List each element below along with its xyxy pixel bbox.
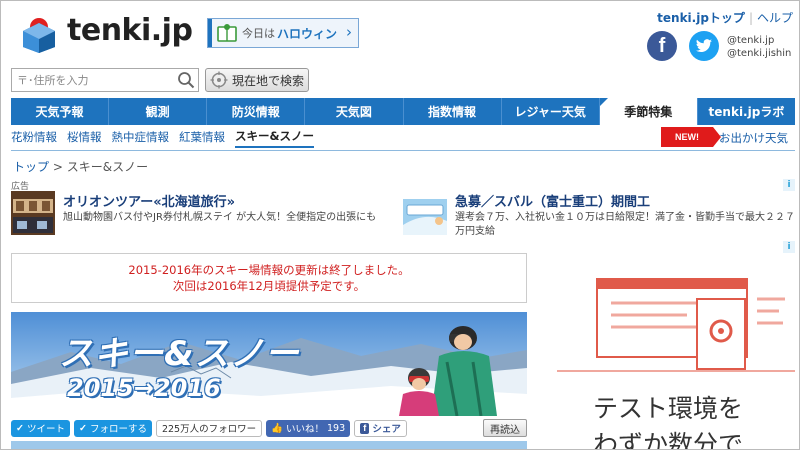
nav-disaster-info[interactable]: 防災情報 [207,98,306,125]
nav-observation[interactable]: 観測 [109,98,208,125]
breadcrumb-current: スキー&スノー [66,160,149,174]
crosshair-icon [210,71,228,89]
twitter-bird-icon [696,39,712,53]
notice-line-2: 次回は2016年12月頃提供予定です。 [172,279,366,293]
outing-weather-link[interactable]: お出かけ天気 [719,130,788,146]
twitter-icon: ✓ [78,422,87,434]
follow-button[interactable]: ✓ フォローする [73,419,152,437]
adchoices-icon[interactable]: i [783,179,795,191]
nav-seasonal-feature[interactable]: 季節特集 [599,98,698,125]
current-location-search-button[interactable]: 現在地で検索 [205,68,309,92]
help-link[interactable]: ヘルプ [757,11,793,25]
main-nav: 天気予報 観測 防災情報 天気図 指数情報 レジャー天気 季節特集 tenki.… [11,98,795,125]
twitter-icon: ✓ [16,422,24,434]
today-accent-bar [208,19,212,47]
subnav-pollen[interactable]: 花粉情報 [11,129,57,147]
banner-years: 2015→2016 [67,374,221,402]
banner-title: スキー&スノー [59,334,300,374]
subnav-heatstroke[interactable]: 熱中症情報 [112,129,170,147]
reload-button[interactable]: 再読込 [483,419,527,437]
like-label: いいね！ [285,424,324,435]
tweet-label: ツイート [26,424,65,435]
side-ad-text: テスト環境を わずか数分で [593,391,744,450]
current-location-label: 現在地で検索 [232,73,305,88]
ad-item[interactable]: オリオンツアー«北海道旅行» 旭山動物園バス付やJR券付札幌ステイ が大人気！全… [11,191,391,237]
follow-label: フォローする [89,424,147,435]
top-links: tenki.jpトップ | ヘルプ [657,9,793,26]
content-bottom-strip [11,441,527,449]
subnav-ski-snow[interactable]: スキー&スノー [235,128,315,148]
ski-snow-banner: スキー&スノー 2015→2016 [11,312,527,416]
subnav-sakura[interactable]: 桜情報 [67,129,102,147]
follower-count: 225万人のフォロワー [155,419,263,437]
breadcrumb-separator: > [52,160,63,174]
notice-line-1: 2015-2016年のスキー場情報の更新は終了しました。 [128,263,410,277]
sns-accounts: @tenki.jp @tenki.jishin [727,34,791,60]
side-ad-line-2: わずか数分で [593,430,744,450]
like-count: 193 [327,422,346,434]
tweet-button[interactable]: ✓ ツイート [11,419,70,437]
side-ad-line-1: テスト環境を [593,394,744,423]
sub-nav: 花粉情報 桜情報 熱中症情報 紅葉情報 スキー&スノー [11,127,324,149]
nav-index-info[interactable]: 指数情報 [404,98,502,125]
share-label: シェア [372,424,401,435]
today-event-link[interactable]: 今日は ハロウィン › [207,18,359,48]
nav-leisure-weather[interactable]: レジャー天気 [502,98,600,125]
today-value: ハロウィン [277,26,338,41]
share-bar: ✓ ツイート ✓ フォローする 225万人のフォロワー 👍 いいね！ 193 f シェア [11,419,411,437]
today-prefix: 今日は [242,27,275,40]
facebook-share-button[interactable]: f シェア [354,419,407,437]
facebook-like-button[interactable]: 👍 いいね！ 193 [266,419,351,437]
subnav-divider [11,150,795,151]
ad-title[interactable]: 急募／スバル（富士重工）期間工 [455,191,650,210]
chevron-right-icon: › [346,23,352,41]
link-separator: | [748,11,753,25]
tenki-logo-icon[interactable] [19,13,59,53]
twitter-icon[interactable] [689,31,719,61]
nav-weather-map[interactable]: 天気図 [305,98,404,125]
new-badge: NEW! [661,127,721,147]
subnav-autumn-leaves[interactable]: 紅葉情報 [179,129,225,147]
nav-tenki-lab[interactable]: tenki.jpラボ [698,98,795,125]
season-end-notice: 2015-2016年のスキー場情報の更新は終了しました。 次回は2016年12月… [11,253,527,303]
side-ad-banner[interactable]: テスト環境を わずか数分で [557,259,795,450]
facebook-icon[interactable]: f [647,31,677,61]
book-person-icon [217,24,237,42]
page-frame: tenki.jp 今日は ハロウィン › tenki.jpトップ | ヘルプ f @… [0,0,800,450]
ad-title[interactable]: オリオンツアー«北海道旅行» [63,191,235,210]
facebook-icon: f [360,422,370,434]
ad-thumbnail-image [403,191,447,235]
search-icon[interactable] [177,71,195,89]
ad-description: 選考会７万、入社祝い金１０万は日給限定！満了金・皆勤手当で最大２２７万円支給 [455,212,795,237]
sns-account-1[interactable]: @tenki.jp [727,34,791,47]
site-logo-text[interactable]: tenki.jp [67,13,193,48]
adchoices-icon[interactable]: i [783,241,795,253]
ad-thumbnail-image [11,191,55,235]
nav-weather-forecast[interactable]: 天気予報 [11,98,110,125]
breadcrumb-home[interactable]: トップ [13,160,49,174]
side-ad-illustration [557,259,795,389]
breadcrumb: トップ > スキー&スノー [13,158,148,175]
tenki-top-link[interactable]: tenki.jpトップ [657,11,745,25]
sns-account-2[interactable]: @tenki.jishin [727,47,791,60]
ad-item[interactable]: 急募／スバル（富士重工）期間工 選考会７万、入社祝い金１０万は日給限定！満了金・… [403,191,795,237]
thumbs-up-icon: 👍 [271,422,283,434]
address-search-input[interactable] [11,68,199,92]
ad-description: 旭山動物園バス付やJR券付札幌ステイ が大人気！全便指定の出張にも [63,212,377,223]
